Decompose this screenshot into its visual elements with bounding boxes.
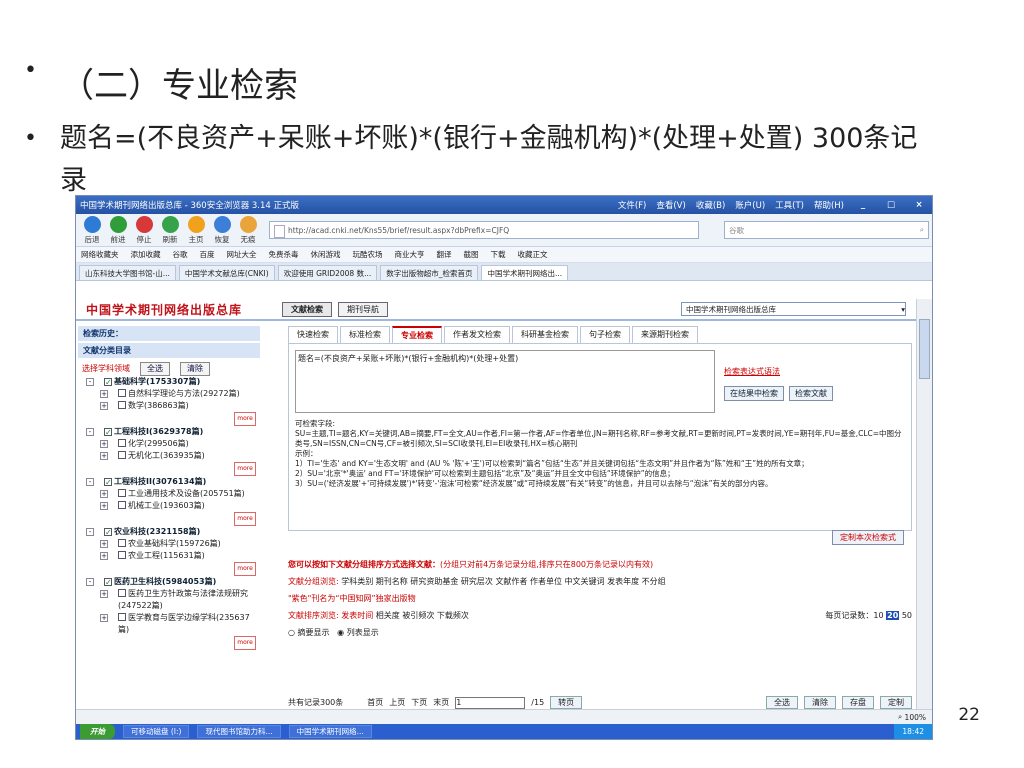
slide: • （二）专业检索 • 题名=(不良资产+呆账+坏账)*(银行+金融机构)*(处理+… xyxy=(0,0,1024,768)
fav-11[interactable]: 下载 xyxy=(491,249,506,260)
taskbar: 开始 可移动磁盘 (I:) 现代图书馆助力科... 中国学术期刊网络... 18… xyxy=(76,724,932,739)
fav-7[interactable]: 玩酷农场 xyxy=(353,249,383,260)
save-query-button[interactable]: 定制本次检索式 xyxy=(832,530,904,545)
incognito-icon xyxy=(239,215,257,233)
zoom-icon[interactable]: ⌕ xyxy=(898,712,902,722)
address-bar[interactable]: http://acad.cnki.net/Kns55/brief/result.… xyxy=(269,221,699,239)
incognito-button[interactable]: 无痕 xyxy=(235,215,261,245)
clock: 18:42 xyxy=(894,724,932,739)
page-body: 中国学术期刊网络出版总库 文献检索 期刊导航 中国学术期刊网络出版总库 ▾ 检索历… xyxy=(76,299,916,709)
search-icon[interactable]: ⌕ xyxy=(920,225,924,235)
tab-sentence[interactable]: 句子检索 xyxy=(580,326,630,343)
more-link[interactable]: more xyxy=(234,412,256,426)
tab-0[interactable]: 山东科技大学图书馆-山... xyxy=(79,265,176,280)
slide-heading: • （二）专业检索 xyxy=(24,58,298,106)
browser-screenshot: 中国学术期刊网络出版总库 - 360安全浏览器 3.14 正式版 文件(F) 查… xyxy=(75,195,933,740)
tab-4[interactable]: 中国学术期刊网络出... xyxy=(481,265,569,280)
status-bar: ⌕ 100% xyxy=(76,709,932,724)
title-bar: 中国学术期刊网络出版总库 - 360安全浏览器 3.14 正式版 文件(F) 查… xyxy=(76,196,932,214)
browser-toolbar: 后退 前进 停止 刷新 主页 恢复 无痕 http://acad.cnki.ne… xyxy=(76,214,932,247)
restore-icon xyxy=(213,215,231,233)
page-input[interactable]: 1 xyxy=(455,696,526,709)
favorites-bar: 网络收藏夹 添加收藏 谷歌 百度 网址大全 免费杀毒 休闲游戏 玩酷农场 商业大… xyxy=(76,247,932,263)
fav-9[interactable]: 翻译 xyxy=(437,249,452,260)
menu-bar: 文件(F) 查看(V) 收藏(B) 账户(U) 工具(T) 帮助(H) _ □ … xyxy=(618,199,928,211)
close-icon[interactable]: × xyxy=(910,200,928,210)
menu-tools[interactable]: 工具(T) xyxy=(775,199,804,211)
start-button[interactable]: 开始 xyxy=(80,724,115,739)
search-box[interactable]: 谷歌 ⌕ xyxy=(724,221,929,239)
tab-quick[interactable]: 快速检索 xyxy=(288,326,338,343)
history-header[interactable]: 检索历史： xyxy=(78,326,260,341)
fav-5[interactable]: 免费杀毒 xyxy=(269,249,299,260)
nav-journal[interactable]: 期刊导航 xyxy=(338,301,388,317)
fav-2[interactable]: 谷歌 xyxy=(173,249,188,260)
cnki-logo: 中国学术期刊网络出版总库 xyxy=(86,302,243,317)
tab-author[interactable]: 作者发文检索 xyxy=(444,326,510,343)
fav-4[interactable]: 网址大全 xyxy=(227,249,257,260)
radio-abstract[interactable]: ○ 摘要显示 xyxy=(288,628,330,637)
menu-account[interactable]: 账户(U) xyxy=(735,199,765,211)
nav-literature[interactable]: 文献检索 xyxy=(282,301,332,317)
query-input[interactable]: 题名=(不良资产+呆账+坏账)*(银行+金融机构)*(处理+处置) xyxy=(295,350,715,413)
forward-button[interactable]: 前进 xyxy=(105,215,131,245)
fav-8[interactable]: 商业大亨 xyxy=(395,249,425,260)
tab-fund[interactable]: 科研基金检索 xyxy=(512,326,578,343)
back-button[interactable]: 后退 xyxy=(79,215,105,245)
search-in-result-button[interactable]: 在结果中检索 xyxy=(724,386,784,401)
tab-standard[interactable]: 标准检索 xyxy=(340,326,390,343)
tab-professional[interactable]: 专业检索 xyxy=(392,326,442,343)
help-text: 可检索字段: SU=主题,TI=题名,KY=关键词,AB=摘要,FT=全文,AU… xyxy=(295,419,902,488)
cnki-header: 中国学术期刊网络出版总库 文献检索 期刊导航 中国学术期刊网络出版总库 ▾ xyxy=(76,299,916,321)
page-number: 22 xyxy=(958,705,980,725)
sidebar: 检索历史： 文献分类目录 选择学科领域 全选 清除 - ✓ 基础科学(1753307篇)… xyxy=(78,326,260,709)
fav-3[interactable]: 百度 xyxy=(200,249,215,260)
scroll-thumb[interactable] xyxy=(919,319,930,379)
tab-2[interactable]: 欢迎使用 GRID2008 数... xyxy=(277,265,378,280)
search-main: 快速检索 标准检索 专业检索 作者发文检索 科研基金检索 句子检索 来源期刊检索… xyxy=(288,326,912,709)
back-icon xyxy=(83,215,101,233)
syntax-link[interactable]: 检索表达式语法 xyxy=(724,367,780,376)
clear-button[interactable]: 清除 xyxy=(180,362,210,376)
tab-bar: 山东科技大学图书馆-山... 中国学术文献总库(CNKI) 欢迎使用 GRID2… xyxy=(76,263,932,281)
checkbox[interactable]: ✓ xyxy=(104,378,112,387)
minimize-icon[interactable]: _ xyxy=(854,200,872,210)
scrollbar[interactable] xyxy=(916,299,932,709)
category-header: 文献分类目录 xyxy=(78,343,260,358)
fav-10[interactable]: 截图 xyxy=(464,249,479,260)
category-tree: 选择学科领域 全选 清除 - ✓ 基础科学(1753307篇) + 自然科学理论与方法(2… xyxy=(78,360,260,652)
stop-button[interactable]: 停止 xyxy=(131,215,157,245)
radio-list[interactable]: ◉ 列表显示 xyxy=(337,628,379,637)
tab-source[interactable]: 来源期刊检索 xyxy=(632,326,698,343)
fav-0[interactable]: 网络收藏夹 xyxy=(81,249,119,260)
refresh-icon xyxy=(161,215,179,233)
menu-file[interactable]: 文件(F) xyxy=(618,199,647,211)
chevron-down-icon: ▾ xyxy=(901,304,905,314)
refresh-button[interactable]: 刷新 xyxy=(157,215,183,245)
fav-1[interactable]: 添加收藏 xyxy=(131,249,161,260)
fav-6[interactable]: 休闲游戏 xyxy=(311,249,341,260)
restore-button[interactable]: 恢复 xyxy=(209,215,235,245)
goto-button[interactable]: 转页 xyxy=(550,696,583,709)
forward-icon xyxy=(109,215,127,233)
search-tabs: 快速检索 标准检索 专业检索 作者发文检索 科研基金检索 句子检索 来源期刊检索 xyxy=(288,326,912,343)
query-panel: 题名=(不良资产+呆账+坏账)*(银行+金融机构)*(处理+处置) 检索表达式语… xyxy=(288,343,912,531)
pager: 共有记录300条 首页 上页 下页 末页 1 /15 转页 全选 清除 存盘 定… xyxy=(288,696,912,709)
tab-1[interactable]: 中国学术文献总库(CNKI) xyxy=(178,265,275,280)
group-options: 您可以按如下文献分组排序方式选择文献：(分组只对前4万条记录分组,排序只在800… xyxy=(288,560,912,637)
home-icon xyxy=(187,215,205,233)
tab-3[interactable]: 数字出版物超市_检索首页 xyxy=(380,265,479,280)
home-button[interactable]: 主页 xyxy=(183,215,209,245)
maximize-icon[interactable]: □ xyxy=(882,200,900,210)
menu-view[interactable]: 查看(V) xyxy=(656,199,685,211)
slide-query-text: • 题名=(不良资产+呆账+坏账)*(银行+金融机构)*(处理+处置) 300条记… xyxy=(24,123,918,196)
select-all-button[interactable]: 全选 xyxy=(140,362,170,376)
fav-12[interactable]: 收藏正文 xyxy=(518,249,548,260)
menu-help[interactable]: 帮助(H) xyxy=(814,199,844,211)
search-button[interactable]: 检索文献 xyxy=(789,386,833,401)
menu-fav[interactable]: 收藏(B) xyxy=(696,199,725,211)
database-select[interactable]: 中国学术期刊网络出版总库 ▾ xyxy=(681,302,906,316)
query-actions: 检索表达式语法 在结果中检索 检索文献 xyxy=(724,366,833,401)
stop-icon xyxy=(135,215,153,233)
